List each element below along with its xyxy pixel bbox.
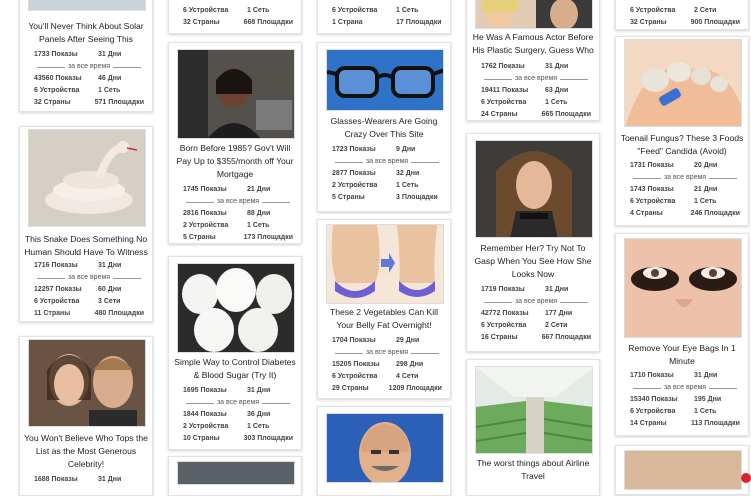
ad-stats: 6 Устройства 1 Сеть 32 Страны 668 Площадки bbox=[183, 7, 293, 26]
ad-thumbnail-image[interactable] bbox=[624, 450, 742, 490]
snake-image[interactable] bbox=[28, 129, 146, 227]
ad-stats: 1688 Показы 31 Дни bbox=[34, 476, 122, 483]
glasses-image[interactable] bbox=[326, 49, 444, 111]
ad-card[interactable]: Remove Your Eye Bags In 1 Minute 1710 По… bbox=[615, 233, 749, 436]
ad-card[interactable]: Glasses-Wearers Are Going Crazy Over Thi… bbox=[317, 42, 451, 212]
ad-title[interactable]: These 2 Vegetables Can Kill Your Belly F… bbox=[322, 306, 446, 332]
stat-sites: 571 Площадки bbox=[94, 99, 144, 106]
ad-stats: 1704 Показы 29 Дни за все время 15205 Пок… bbox=[332, 337, 442, 392]
ad-card[interactable]: He Was A Famous Actor Before His Plastic… bbox=[466, 0, 600, 121]
eggs-image[interactable] bbox=[177, 263, 295, 353]
ad-title[interactable]: He Was A Famous Actor Before His Plastic… bbox=[471, 31, 595, 57]
actor-image[interactable] bbox=[475, 0, 593, 29]
ad-card[interactable] bbox=[615, 445, 749, 495]
ad-card[interactable]: Remember Her? Try Not To Gasp When You S… bbox=[466, 133, 600, 352]
stat-countries: 32 Страны bbox=[34, 99, 71, 106]
notification-badge[interactable] bbox=[741, 473, 751, 483]
woman-portrait-image[interactable] bbox=[475, 140, 593, 238]
ad-thumbnail-image[interactable] bbox=[28, 0, 146, 11]
ad-card[interactable]: Born Before 1985? Gov't Will Pay Up to $… bbox=[168, 42, 302, 244]
stat-devices: 6 Устройства bbox=[34, 87, 80, 94]
ad-stats: 1733 Показы 31 Дни за все время 43560 Пок… bbox=[34, 49, 144, 109]
stat-impressions-all: 43560 Показы bbox=[34, 75, 82, 82]
airplane-cabin-image[interactable] bbox=[475, 366, 593, 454]
toenail-fungus-image[interactable] bbox=[624, 39, 742, 127]
ad-stats: 1710 Показы 31 Дни за все время 15340 Пок… bbox=[630, 372, 740, 427]
ad-card[interactable] bbox=[168, 456, 302, 496]
ad-stats: 6 Устройства 1 Сеть 1 Страна 17 Площадки bbox=[332, 7, 442, 26]
ad-title[interactable]: This Snake Does Something No Human Shoul… bbox=[24, 233, 148, 259]
ad-stats: 1731 Показы 20 Дни за все время 1743 Пока… bbox=[630, 162, 740, 217]
ad-stats: 6 Устройства 2 Сети 32 Страны 900 Площадки bbox=[630, 7, 740, 26]
ad-card[interactable]: This Snake Does Something No Human Shoul… bbox=[19, 126, 153, 322]
ad-card[interactable]: 6 Устройства 1 Сеть 1 Страна 17 Площадки bbox=[317, 0, 451, 34]
ad-title[interactable]: Born Before 1985? Gov't Will Pay Up to $… bbox=[173, 142, 297, 181]
ad-card[interactable]: Simple Way to Control Diabetes & Blood S… bbox=[168, 256, 302, 450]
ad-card[interactable]: You Won't Believe Who Tops the List as t… bbox=[19, 336, 153, 496]
celebrity-couple-image[interactable] bbox=[28, 339, 146, 427]
ad-title[interactable]: Remember Her? Try Not To Gasp When You S… bbox=[471, 242, 595, 281]
ad-stats: 1695 Показы 31 Дни за все время 1844 Пока… bbox=[183, 387, 293, 442]
ad-card[interactable]: These 2 Vegetables Can Kill Your Belly F… bbox=[317, 219, 451, 399]
belly-fat-image[interactable] bbox=[326, 224, 444, 304]
ad-stats: 1762 Показы 31 Дни за все время 19411 Пок… bbox=[481, 63, 591, 118]
stat-impressions: 1733 Показы bbox=[34, 51, 78, 58]
ad-card[interactable]: Toenail Fungus? These 3 Foods "Feed" Can… bbox=[615, 36, 749, 226]
woman-speaking-image[interactable] bbox=[177, 49, 295, 139]
ad-stats: 1723 Показы 9 Дни за все время 2877 Показ… bbox=[332, 146, 440, 201]
stat-days-all: 46 Дни bbox=[98, 75, 122, 82]
eye-bags-image[interactable] bbox=[624, 238, 742, 338]
ad-stats: 1719 Показы 31 Дни за все время 42772 Пок… bbox=[481, 286, 591, 341]
ad-title[interactable]: Glasses-Wearers Are Going Crazy Over Thi… bbox=[322, 115, 446, 141]
ad-thumbnail-image[interactable] bbox=[177, 461, 295, 485]
stat-networks: 1 Сеть bbox=[98, 87, 121, 94]
ad-card[interactable]: The worst things about Airline Travel bbox=[466, 359, 600, 496]
ad-card[interactable]: 6 Устройства 2 Сети 32 Страны 900 Площадки bbox=[615, 0, 749, 30]
ad-title[interactable]: The worst things about Airline Travel bbox=[471, 457, 595, 483]
ad-card[interactable]: You'll Never Think About Solar Panels Af… bbox=[19, 0, 153, 112]
ad-title[interactable]: Remove Your Eye Bags In 1 Minute bbox=[620, 342, 744, 368]
bald-man-image[interactable] bbox=[326, 413, 444, 483]
ad-stats: 1716 Показы 31 Дни за все время 12257 Пок… bbox=[34, 262, 144, 317]
ad-stats: 1745 Показы 21 Дни за все время 2816 Пока… bbox=[183, 186, 293, 241]
ad-title[interactable]: Simple Way to Control Diabetes & Blood S… bbox=[173, 356, 297, 382]
ad-title[interactable]: You'll Never Think About Solar Panels Af… bbox=[24, 20, 148, 46]
stat-days: 31 Дни bbox=[98, 51, 122, 58]
ad-title[interactable]: You Won't Believe Who Tops the List as t… bbox=[24, 432, 148, 471]
ad-card[interactable] bbox=[317, 406, 451, 496]
ad-title[interactable]: Toenail Fungus? These 3 Foods "Feed" Can… bbox=[620, 132, 744, 158]
period-separator: за все время bbox=[34, 61, 144, 73]
ad-card[interactable]: 6 Устройства 1 Сеть 32 Страны 668 Площадки bbox=[168, 0, 302, 34]
